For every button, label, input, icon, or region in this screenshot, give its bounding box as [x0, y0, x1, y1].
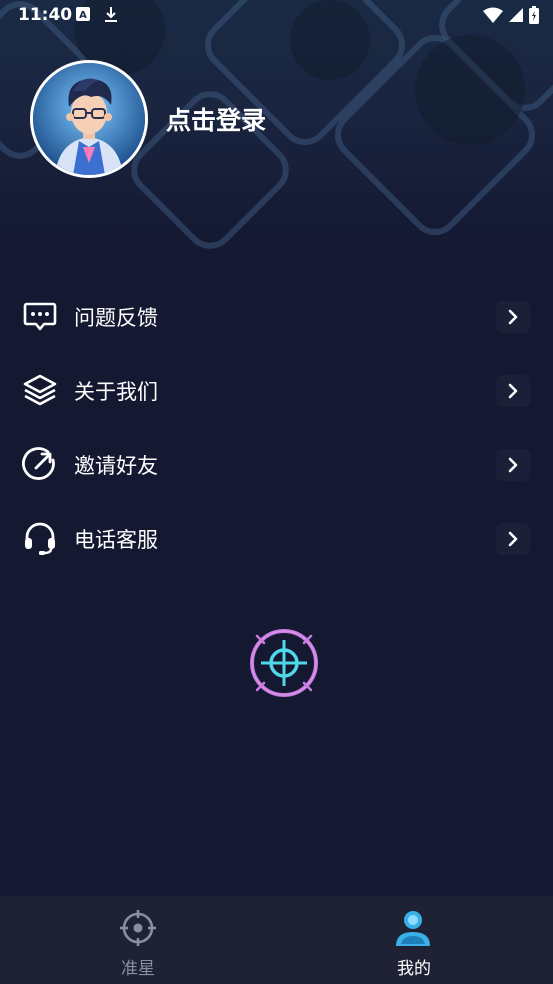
- avatar-illustration: [33, 63, 145, 175]
- tab-label: 准星: [121, 959, 155, 979]
- menu-item-feedback[interactable]: 问题反馈: [0, 280, 553, 354]
- chevron-right-icon: [496, 523, 530, 555]
- bottom-tab-bar: 准星 我的: [0, 896, 553, 984]
- menu-item-label: 问题反馈: [74, 306, 158, 330]
- feedback-chat-icon: [23, 302, 57, 331]
- menu-item-label: 电话客服: [74, 528, 158, 552]
- tab-label: 我的: [397, 959, 431, 979]
- menu-item-label: 关于我们: [74, 380, 158, 404]
- menu-item-label: 邀请好友: [74, 454, 158, 478]
- share-arrow-icon: [22, 447, 55, 480]
- chevron-right-icon: [496, 375, 530, 407]
- status-bar: 11:40 A: [0, 0, 553, 32]
- menu-item-invite[interactable]: 邀请好友: [0, 428, 553, 502]
- chevron-right-icon: [496, 449, 530, 481]
- menu-item-about[interactable]: 关于我们: [0, 354, 553, 428]
- menu-item-support[interactable]: 电话客服: [0, 502, 553, 576]
- crosshair-tab-icon: [120, 910, 156, 946]
- avatar[interactable]: [30, 60, 148, 178]
- settings-menu: 问题反馈 关于我们 邀请好友 电话客服: [0, 280, 553, 576]
- tab-mine[interactable]: 我的: [276, 896, 552, 984]
- download-icon: [105, 7, 117, 22]
- tab-crosshair[interactable]: 准星: [0, 896, 276, 984]
- chevron-right-icon: [496, 301, 530, 333]
- login-prompt[interactable]: 点击登录: [166, 101, 266, 137]
- user-tab-icon: [396, 911, 430, 946]
- font-download-icon: A: [76, 7, 90, 21]
- battery-icon: [529, 6, 539, 24]
- headset-icon: [25, 522, 55, 555]
- wifi-icon: [483, 7, 503, 23]
- crosshair-logo-icon: [247, 626, 321, 700]
- status-time: 11:40: [18, 5, 73, 25]
- signal-icon: [509, 8, 523, 22]
- svg-text:A: A: [79, 10, 87, 21]
- layers-icon: [23, 374, 57, 406]
